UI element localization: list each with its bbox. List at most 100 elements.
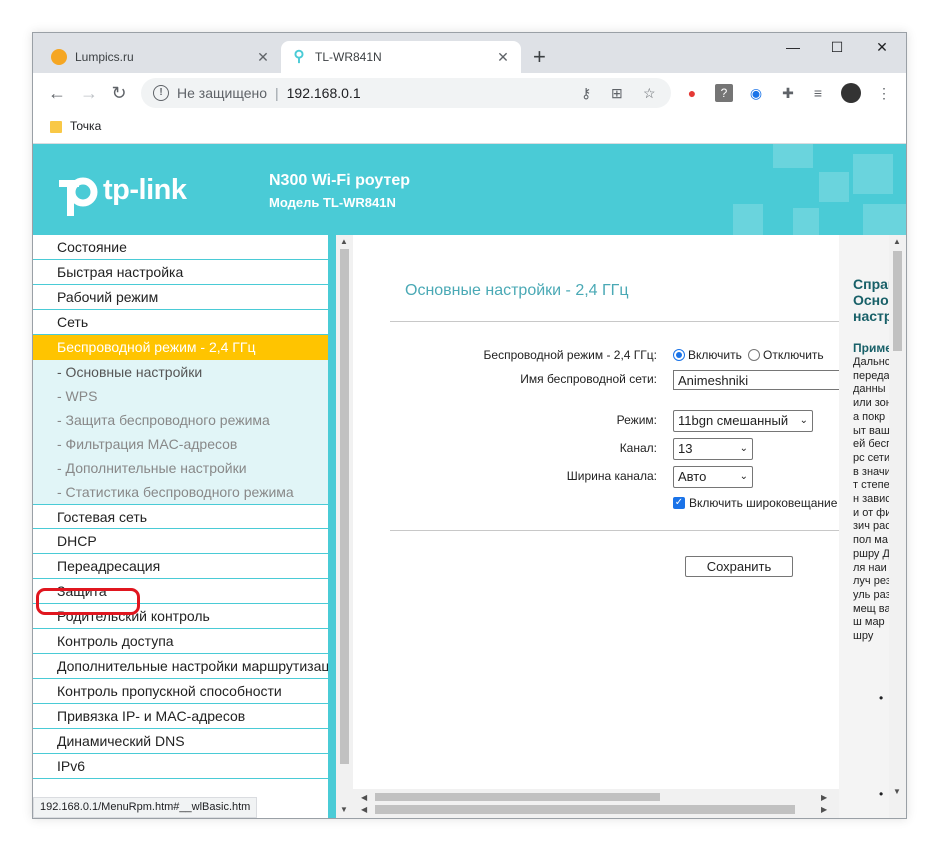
chevron-down-icon: ⌄ — [739, 443, 748, 454]
enable-radio[interactable] — [673, 349, 685, 361]
menu-item-wireless[interactable]: Беспроводной режим - 2,4 ГГц — [33, 335, 328, 360]
bookmark-star-icon[interactable]: ☆ — [643, 85, 656, 102]
scroll-down-icon[interactable]: ▼ — [893, 787, 901, 796]
menu-item-dhcp[interactable]: DHCP — [33, 529, 328, 554]
channel-width-label: Ширина канала: — [566, 469, 657, 483]
broadcast-label[interactable]: Включить широковещание — [689, 496, 837, 510]
header-decoration — [863, 204, 906, 235]
divider-line — [390, 530, 839, 531]
help-scrollbar-thumb[interactable] — [893, 251, 902, 351]
menu-item-forwarding[interactable]: Переадресация — [33, 554, 328, 579]
save-button[interactable]: Сохранить — [685, 556, 793, 577]
security-warning-icon[interactable]: ! — [153, 85, 169, 101]
extensions-puzzle-icon[interactable]: ✚ — [779, 84, 797, 102]
enable-radio-label[interactable]: Включить — [688, 348, 742, 362]
url-text[interactable]: 192.168.0.1 — [287, 85, 361, 101]
header-decoration — [773, 144, 813, 168]
scroll-up-icon[interactable]: ▲ — [893, 237, 901, 246]
header-decoration — [819, 172, 849, 202]
menu-item-operation-mode[interactable]: Рабочий режим — [33, 285, 328, 310]
channel-select[interactable]: 13 ⌄ — [673, 438, 753, 460]
bullet-icon: • — [879, 691, 884, 705]
submenu-mac-filtering[interactable]: - Фильтрация MAC-адресов — [33, 432, 328, 456]
scroll-right-icon[interactable]: ▶ — [821, 805, 827, 814]
header-decoration — [853, 154, 893, 194]
menu-item-advanced-routing[interactable]: Дополнительные настройки маршрутизации — [33, 654, 328, 679]
reading-list-icon[interactable]: ≡ — [809, 84, 827, 102]
tplink-logo-text: tp-link — [103, 174, 187, 206]
tab-close-icon[interactable]: ✕ — [255, 49, 271, 66]
submenu-advanced[interactable]: - Дополнительные настройки — [33, 456, 328, 480]
channel-width-value: Авто — [678, 469, 707, 484]
address-bar[interactable]: ! Не защищено | 192.168.0.1 ⚷ ⊞ ☆ — [141, 78, 671, 108]
back-icon[interactable]: ← — [47, 83, 67, 103]
forward-icon[interactable]: → — [79, 83, 99, 103]
disable-radio[interactable] — [748, 349, 760, 361]
mode-select-value: 11bgn смешанный — [678, 413, 789, 428]
router-menu: Состояние Быстрая настройка Рабочий режи… — [33, 235, 328, 818]
help-text: Дальнс переда данны или зона покрыт ваше… — [853, 356, 893, 643]
scroll-left-icon[interactable]: ◀ — [361, 805, 367, 814]
menu-item-quick-setup[interactable]: Быстрая настройка — [33, 260, 328, 285]
menu-item-guest-network[interactable]: Гостевая сеть — [33, 504, 328, 529]
submenu-wireless-statistics[interactable]: - Статистика беспроводного режима — [33, 480, 328, 504]
maximize-button[interactable]: ☐ — [814, 39, 860, 56]
channel-select-value: 13 — [678, 441, 693, 456]
address-separator: | — [275, 85, 279, 101]
menu-item-dynamic-dns[interactable]: Динамический DNS — [33, 729, 328, 754]
menu-item-network[interactable]: Сеть — [33, 310, 328, 335]
profile-avatar-icon[interactable] — [841, 83, 861, 103]
tplink-favicon-icon: ⚲ — [293, 48, 305, 65]
frame-divider — [328, 235, 336, 818]
broadcast-checkbox[interactable]: ✓ — [673, 497, 685, 509]
minimize-button[interactable]: — — [770, 39, 816, 55]
menu-item-ipv6[interactable]: IPv6 — [33, 754, 328, 779]
status-url-bar: 192.168.0.1/MenuRpm.htm#__wlBasic.htm — [33, 797, 258, 818]
ssid-input[interactable]: Animeshniki — [673, 370, 839, 390]
menu-item-status[interactable]: Состояние — [33, 235, 328, 260]
menu-scrollbar-thumb[interactable] — [340, 249, 349, 764]
wireless-submenu: - Основные настройки - WPS - Защита бесп… — [33, 360, 328, 504]
disable-radio-label[interactable]: Отключить — [763, 348, 824, 362]
channel-width-select[interactable]: Авто ⌄ — [673, 466, 753, 488]
adblock-icon[interactable]: ● — [683, 84, 701, 102]
submenu-wps[interactable]: - WPS — [33, 384, 328, 408]
tab-lumpics[interactable]: Lumpics.ru ✕ — [41, 41, 281, 73]
bullet-icon: • — [879, 787, 884, 801]
mode-select[interactable]: 11bgn смешанный ⌄ — [673, 410, 813, 432]
tab-close-icon[interactable]: ✕ — [495, 49, 511, 66]
menu-item-bandwidth-control[interactable]: Контроль пропускной способности — [33, 679, 328, 704]
menu-dots-icon[interactable]: ⋮ — [875, 84, 893, 102]
submenu-basic-settings[interactable]: - Основные настройки — [33, 360, 328, 384]
submenu-wireless-security[interactable]: - Защита беспроводного режима — [33, 408, 328, 432]
scroll-up-icon[interactable]: ▲ — [340, 237, 348, 246]
ssid-label: Имя беспроводной сети: — [520, 372, 657, 386]
tab-title: TL-WR841N — [315, 50, 382, 64]
menu-scrollbar[interactable]: ▲ ▼ — [336, 235, 353, 818]
frame-hscrollbar-thumb[interactable] — [375, 805, 795, 814]
bookmark-tochka[interactable]: Точка — [70, 119, 101, 133]
menu-item-access-control[interactable]: Контроль доступа — [33, 629, 328, 654]
divider-line — [390, 321, 839, 322]
frame-hscrollbar[interactable]: ◀ ▶ — [353, 801, 839, 818]
mode-label: Режим: — [616, 413, 657, 427]
help-scrollbar[interactable]: ▲ ▼ — [889, 235, 906, 818]
lumpics-favicon-icon — [51, 49, 67, 65]
page-title: Основные настройки - 2,4 ГГц — [405, 282, 629, 299]
menu-item-ip-mac-binding[interactable]: Привязка IP- и MAC-адресов — [33, 704, 328, 729]
tplink-logo-icon — [59, 177, 98, 216]
globe-extension-icon[interactable]: ◉ — [747, 84, 765, 102]
browser-window: Lumpics.ru ✕ ⚲ TL-WR841N ✕ + — ☐ ✕ ← → ↻… — [32, 32, 907, 819]
tab-title: Lumpics.ru — [75, 50, 134, 64]
browser-toolbar: ← → ↻ ! Не защищено | 192.168.0.1 ⚷ ⊞ ☆ … — [33, 73, 906, 113]
tab-tl-wr841n[interactable]: ⚲ TL-WR841N ✕ — [281, 41, 521, 73]
reload-icon[interactable]: ↻ — [109, 83, 129, 103]
translate-icon[interactable]: ⊞ — [611, 85, 623, 102]
close-window-button[interactable]: ✕ — [859, 39, 905, 56]
scroll-down-icon[interactable]: ▼ — [340, 805, 348, 814]
help-extension-icon[interactable]: ? — [715, 84, 733, 102]
new-tab-button[interactable]: + — [533, 46, 546, 68]
chevron-down-icon: ⌄ — [739, 471, 748, 482]
router-title: N300 Wi-Fi роутер — [269, 172, 411, 189]
key-icon[interactable]: ⚷ — [581, 85, 591, 102]
